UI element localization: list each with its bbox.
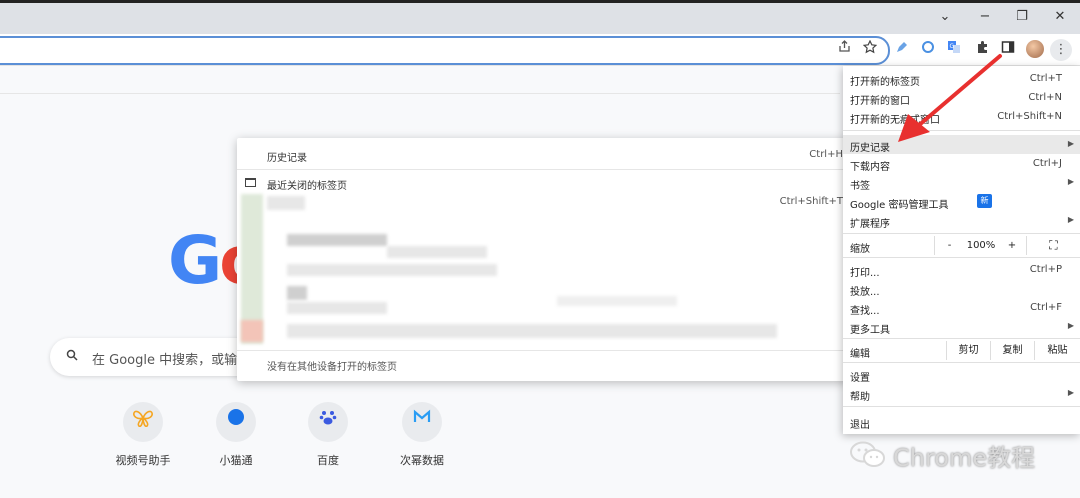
address-bar[interactable]	[0, 36, 890, 65]
shortcut-label: 次幂数据	[400, 454, 444, 467]
shortcut-label: 百度	[317, 454, 339, 467]
moon-icon	[216, 402, 256, 442]
menu-item-new-tab[interactable]: 打开新的标签页 Ctrl+T	[843, 69, 1080, 88]
menu-item-edit: 编辑 剪切 复制 粘贴	[843, 341, 1080, 360]
extension-pen-icon[interactable]	[892, 40, 912, 60]
history-submenu: 历史记录 Ctrl+H 最近关闭的标签页 Ctrl+Shift+T 没有在其他设…	[237, 138, 849, 381]
chevron-right-icon: ▶	[1067, 388, 1074, 397]
menu-divider	[843, 338, 1080, 339]
menu-divider	[843, 257, 1080, 258]
chart-m-icon	[402, 402, 442, 442]
search-placeholder[interactable]: 在 Google 中搜索，或输	[92, 349, 237, 368]
menu-divider	[843, 362, 1080, 363]
history-shortcut: Ctrl+H	[809, 149, 843, 160]
blurred-entry[interactable]	[287, 234, 387, 246]
reopen-shortcut: Ctrl+Shift+T	[779, 196, 843, 207]
translate-icon[interactable]: G	[944, 40, 964, 60]
close-button[interactable]: ✕	[1045, 9, 1075, 24]
zoom-in-button[interactable]: +	[998, 236, 1026, 255]
minimize-button[interactable]: −	[970, 9, 1000, 24]
submenu-divider	[237, 169, 849, 170]
wechat-logo-icon	[850, 441, 885, 467]
submenu-divider	[237, 350, 849, 351]
blurred-entry[interactable]	[267, 196, 305, 210]
butterfly-icon	[123, 402, 163, 442]
blurred-entry[interactable]	[287, 264, 497, 276]
recently-closed-label: 最近关闭的标签页	[267, 181, 347, 192]
chevron-right-icon: ▶	[1067, 177, 1074, 186]
menu-item-find[interactable]: 查找... Ctrl+F	[843, 298, 1080, 317]
blurred-entry[interactable]	[287, 302, 387, 314]
blurred-entry[interactable]	[387, 246, 487, 258]
tab-search-button[interactable]: ⌄	[930, 9, 960, 24]
new-badge: 新	[977, 194, 992, 208]
history-label: 历史记录	[267, 153, 307, 164]
fullscreen-icon[interactable]: ⛶	[1026, 236, 1080, 255]
wechat-watermark: Chrome教程	[843, 434, 1080, 474]
shortcut-tile[interactable]: 视频号助手	[103, 402, 183, 468]
restore-button[interactable]: ❐	[1007, 9, 1037, 24]
menu-divider	[843, 130, 1080, 131]
share-icon[interactable]	[834, 40, 854, 60]
star-icon[interactable]	[860, 39, 880, 60]
reopen-tab-item[interactable]: Ctrl+Shift+T	[237, 196, 849, 210]
shortcut-tile[interactable]: 次幂数据	[382, 402, 462, 468]
recently-closed-heading: 最近关闭的标签页	[237, 177, 849, 192]
menu-item-passwords[interactable]: Google 密码管理工具 新	[843, 192, 1080, 211]
history-menu-item[interactable]: 历史记录 Ctrl+H	[237, 149, 849, 164]
chrome-main-menu: 打开新的标签页 Ctrl+T 打开新的窗口 Ctrl+N 打开新的无痕式窗口 C…	[843, 66, 1080, 434]
shortcut-tile[interactable]: 百度	[288, 402, 368, 468]
menu-item-incognito[interactable]: 打开新的无痕式窗口 Ctrl+Shift+N	[843, 107, 1080, 126]
window-title-bar: ⌄ − ❐ ✕	[0, 0, 1080, 34]
menu-item-settings[interactable]: 设置	[843, 365, 1080, 384]
no-other-devices-text: 没有在其他设备打开的标签页	[267, 362, 397, 373]
blurred-entry[interactable]	[557, 296, 677, 306]
tab-icon	[245, 178, 256, 187]
paste-button[interactable]: 粘贴	[1034, 341, 1080, 360]
shortcut-tile[interactable]: 小猫通	[196, 402, 276, 468]
menu-item-exit[interactable]: 退出	[843, 412, 1080, 431]
chevron-right-icon: ▶	[1067, 215, 1074, 224]
blurred-favicon	[241, 320, 263, 342]
cut-button[interactable]: 剪切	[946, 341, 990, 360]
copy-button[interactable]: 复制	[990, 341, 1034, 360]
menu-item-bookmarks[interactable]: 书签 ▶	[843, 173, 1080, 192]
puzzle-icon[interactable]	[972, 40, 992, 60]
shortcut-label: 视频号助手	[115, 454, 171, 467]
side-panel-icon[interactable]	[998, 40, 1018, 60]
menu-item-zoom: 缩放 - 100% + ⛶	[843, 236, 1080, 255]
menu-item-cast[interactable]: 投放...	[843, 279, 1080, 298]
paw-icon	[308, 402, 348, 442]
blurred-entry[interactable]	[287, 286, 307, 300]
menu-item-downloads[interactable]: 下载内容 Ctrl+J	[843, 154, 1080, 173]
menu-divider	[843, 406, 1080, 407]
profile-avatar[interactable]	[1026, 40, 1044, 58]
search-icon	[66, 349, 78, 365]
menu-item-history[interactable]: 历史记录 ▶	[843, 135, 1080, 154]
blurred-entry[interactable]	[287, 324, 777, 338]
menu-item-new-window[interactable]: 打开新的窗口 Ctrl+N	[843, 88, 1080, 107]
watermark-text: Chrome教程	[893, 444, 1036, 472]
chrome-menu-button[interactable]: ⋮	[1050, 39, 1072, 61]
page-divider	[0, 93, 840, 94]
zoom-out-button[interactable]: -	[934, 236, 964, 255]
extension-ring-icon[interactable]	[918, 40, 938, 60]
menu-item-more-tools[interactable]: 更多工具 ▶	[843, 317, 1080, 336]
chevron-right-icon: ▶	[1067, 321, 1074, 330]
menu-divider	[843, 233, 1080, 234]
zoom-level: 100%	[966, 240, 996, 251]
menu-item-print[interactable]: 打印... Ctrl+P	[843, 260, 1080, 279]
shortcut-label: 小猫通	[219, 454, 253, 467]
chevron-right-icon: ▶	[1067, 139, 1074, 148]
svg-text:G: G	[950, 43, 955, 50]
menu-item-extensions[interactable]: 扩展程序 ▶	[843, 211, 1080, 230]
menu-item-help[interactable]: 帮助 ▶	[843, 384, 1080, 403]
